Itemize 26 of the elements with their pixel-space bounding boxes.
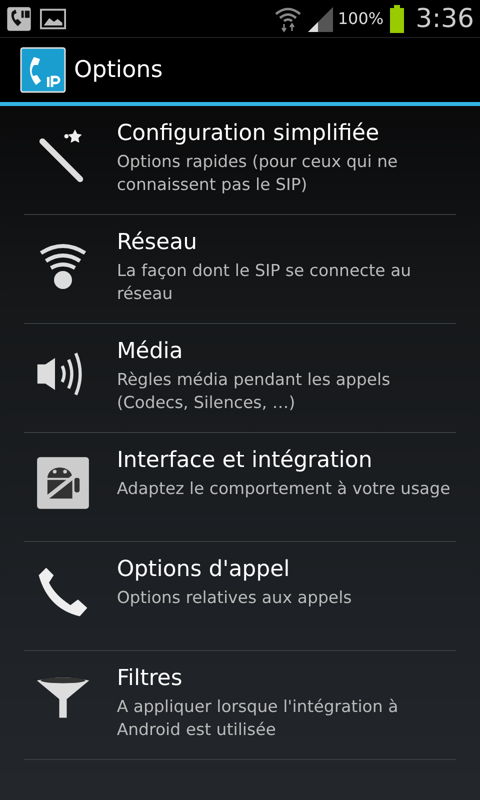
- settings-item[interactable]: Interface et intégration Adaptez le comportement à votre usage: [24, 433, 456, 542]
- settings-item[interactable]: Réseau La façon dont le SIP se connecte au réseau: [24, 215, 456, 324]
- item-summary: A appliquer lorsque l'intégration à Android est utilisée: [116, 696, 400, 741]
- item-title: Filtres: [116, 665, 184, 693]
- item-title: Réseau: [116, 229, 198, 257]
- item-title: Interface et intégration: [116, 447, 374, 475]
- item-title: Options d'appel: [116, 556, 291, 584]
- item-summary: Règles média pendant les appels (Codecs, Silences, …): [116, 369, 392, 414]
- item-summary: La façon dont le SIP se connecte au réseau: [116, 260, 412, 305]
- item-title: Média: [116, 338, 184, 366]
- item-summary: Options relatives aux appels: [116, 587, 353, 609]
- settings-item[interactable]: Média Règles média pendant les appels (Codecs, Silences, …): [24, 324, 456, 433]
- settings-item[interactable]: Filtres A appliquer lorsque l'intégration à Android est utilisée: [24, 651, 456, 760]
- app-icon[interactable]: [20, 47, 66, 93]
- item-title: Configuration simplifiée: [116, 120, 380, 148]
- status-time: 3:36: [416, 4, 474, 34]
- battery-percent: 100%: [338, 9, 384, 28]
- battery-icon: [390, 4, 404, 32]
- item-summary: Options rapides (pour ceux qui ne connaissent pas le SIP): [116, 151, 399, 196]
- screen-title: Options: [74, 57, 163, 83]
- settings-item[interactable]: Options d'appel Options relatives aux appels: [24, 542, 456, 651]
- item-summary: Adaptez le comportement à votre usage: [116, 478, 452, 500]
- settings-item[interactable]: Configuration simplifiée Options rapides (pour ceux qui ne connaissent pas le SIP): [24, 106, 456, 215]
- phone-notification-icon: [6, 6, 32, 32]
- wifi-data-icon: [274, 4, 302, 32]
- signal-icon: [306, 4, 334, 32]
